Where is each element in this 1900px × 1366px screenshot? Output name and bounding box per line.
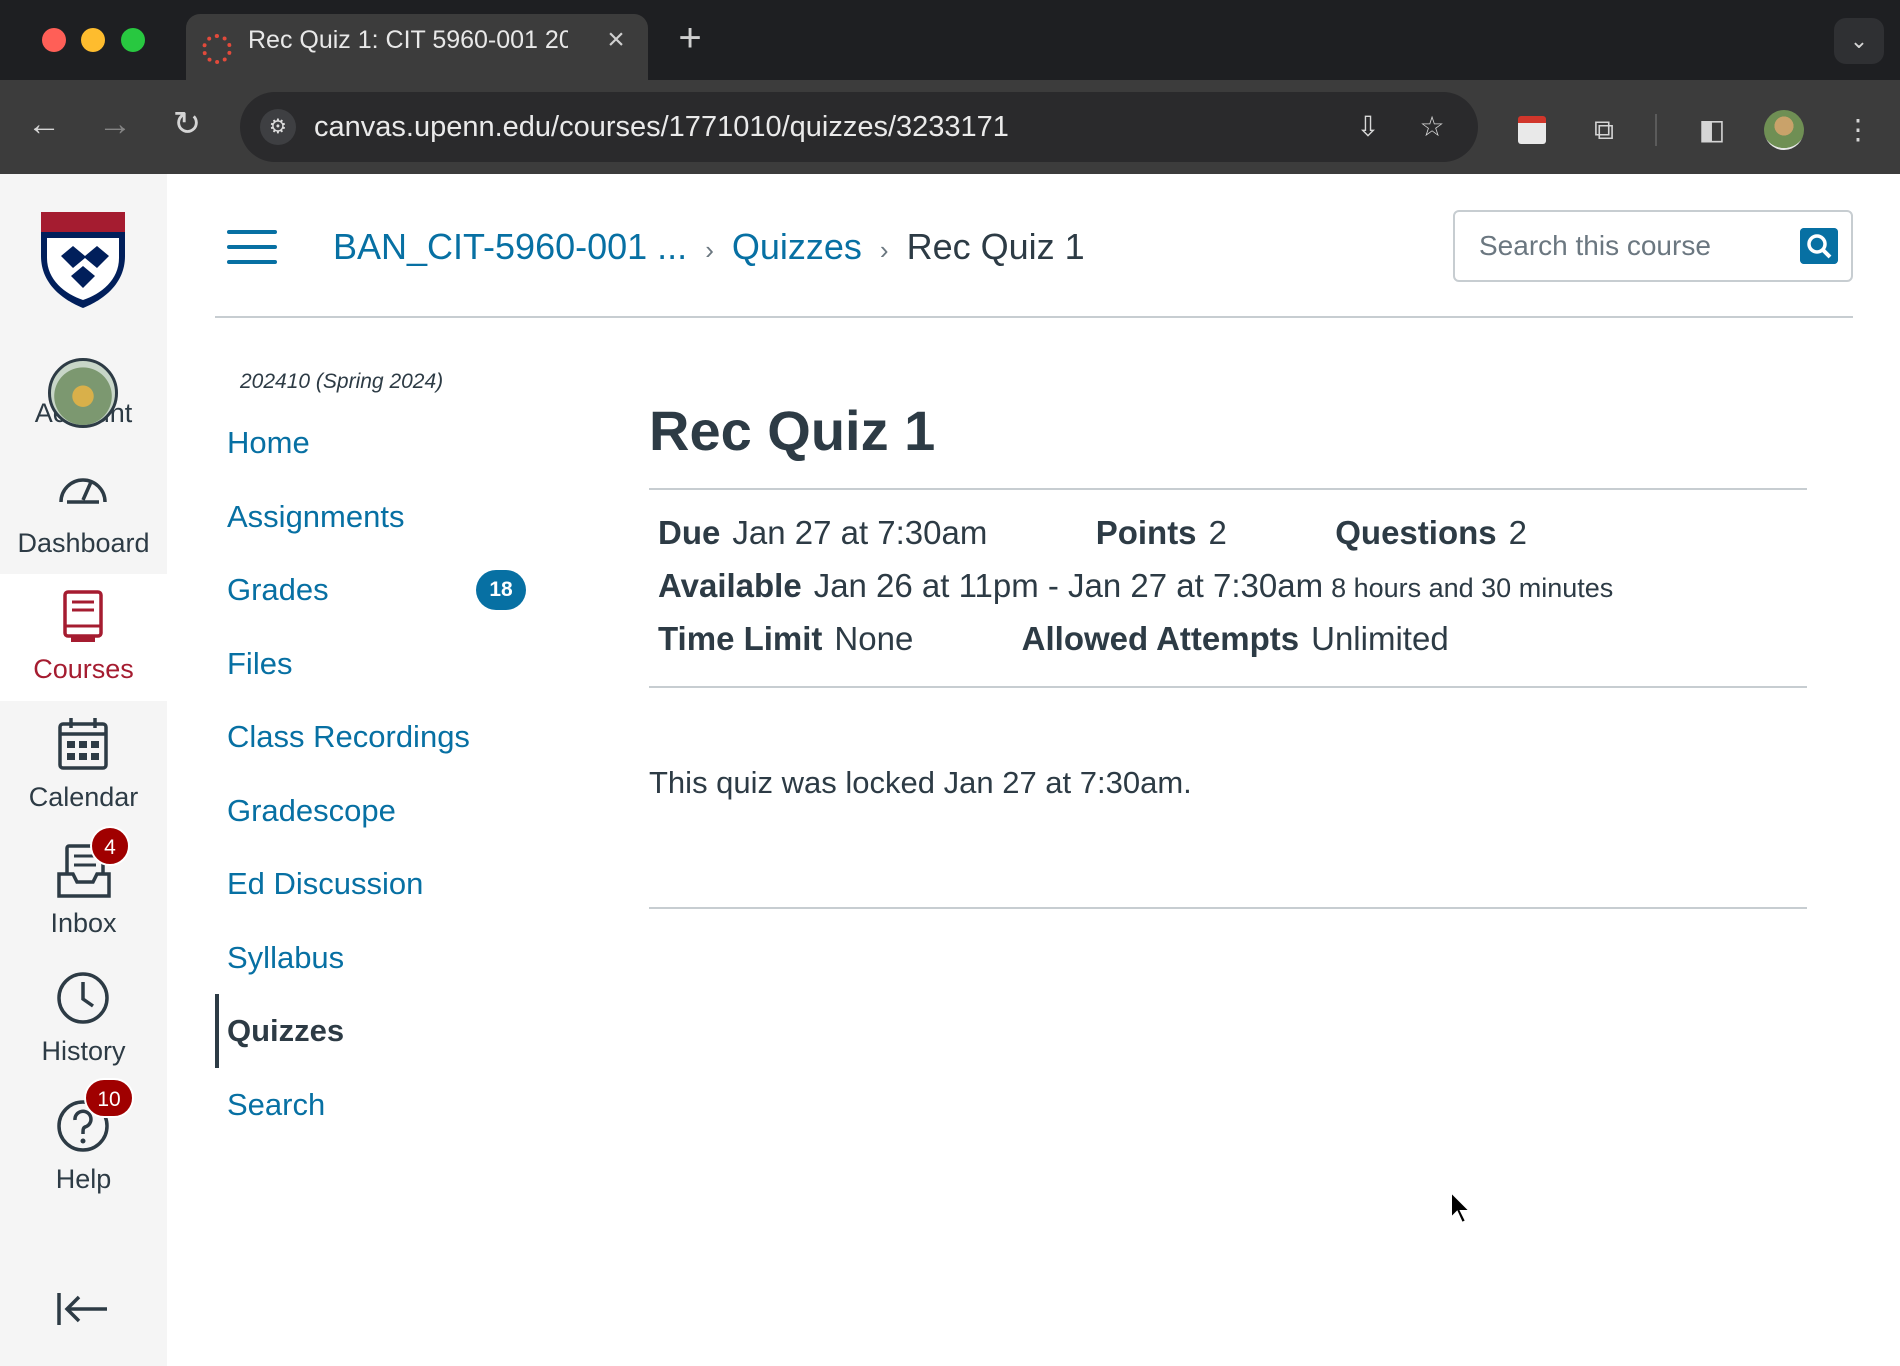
install-app-icon[interactable]: ⇩ xyxy=(1350,109,1386,145)
new-tab-button[interactable]: + xyxy=(672,18,708,58)
quiz-locked-message: This quiz was locked Jan 27 at 7:30am. xyxy=(649,765,1192,800)
courses-icon xyxy=(63,590,103,642)
grades-count-badge: 18 xyxy=(476,570,526,610)
calendar-icon xyxy=(58,718,108,770)
more-menu-icon[interactable]: ⋮ xyxy=(1838,110,1878,150)
title-divider xyxy=(649,488,1807,490)
bookmark-star-icon[interactable]: ☆ xyxy=(1414,109,1450,145)
global-nav-history[interactable]: History xyxy=(0,956,167,1083)
course-nav-syllabus[interactable]: Syllabus xyxy=(215,921,545,995)
penn-shield-logo[interactable] xyxy=(37,208,129,310)
forward-icon[interactable]: → xyxy=(93,102,137,146)
allowed-attempts-label: Allowed Attempts xyxy=(1021,620,1300,657)
main-area: BAN_CIT-5960-001 ... › Quizzes › Rec Quiz 1 … xyxy=(167,174,1900,1366)
browser-toolbar: ← → ↻ ⚙ canvas.upenn.edu/courses/1771010… xyxy=(0,80,1900,174)
inbox-label: Inbox xyxy=(50,908,117,938)
time-limit-value: None xyxy=(834,620,914,657)
course-term: 202410 (Spring 2024) xyxy=(240,370,444,393)
available-duration: 8 hours and 30 minutes xyxy=(1331,573,1614,603)
url-text[interactable]: canvas.upenn.edu/courses/1771010/quizzes… xyxy=(314,92,1009,162)
back-icon[interactable]: ← xyxy=(22,102,66,146)
reload-icon[interactable]: ↻ xyxy=(165,102,209,146)
time-limit-label: Time Limit xyxy=(658,620,823,657)
header-divider xyxy=(215,316,1853,318)
points-value: 2 xyxy=(1208,514,1227,551)
breadcrumb-current: Rec Quiz 1 xyxy=(906,226,1085,267)
global-nav-calendar[interactable]: Calendar xyxy=(0,702,167,829)
course-menu-toggle-icon[interactable] xyxy=(227,230,277,264)
calendar-extension-icon[interactable] xyxy=(1512,110,1552,150)
course-nav-assignments[interactable]: Assignments xyxy=(215,480,545,554)
course-nav-search[interactable]: Search xyxy=(215,1068,545,1142)
course-nav-files[interactable]: Files xyxy=(215,627,545,701)
dashboard-icon xyxy=(59,478,107,504)
meta-divider xyxy=(649,686,1807,688)
global-nav-courses[interactable]: Courses xyxy=(0,574,167,701)
breadcrumb-quizzes-link[interactable]: Quizzes xyxy=(732,226,862,267)
canvas-page: Account Dashboard Courses xyxy=(0,174,1900,1366)
extensions-puzzle-icon[interactable]: ⧉ xyxy=(1584,110,1624,150)
global-nav-help[interactable]: Help 10 xyxy=(0,1078,167,1211)
inbox-unread-badge: 4 xyxy=(90,826,130,866)
breadcrumb: BAN_CIT-5960-001 ... › Quizzes › Rec Quiz 1 xyxy=(333,222,1085,272)
questions-value: 2 xyxy=(1508,514,1527,551)
browser-titlebar: Rec Quiz 1: CIT 5960-001 2024A × + ⌄ xyxy=(0,0,1900,80)
mouse-pointer-icon xyxy=(1450,1190,1473,1225)
tab-title: Rec Quiz 1: CIT 5960-001 2024A xyxy=(248,26,568,54)
browser-tab[interactable]: Rec Quiz 1: CIT 5960-001 2024A × xyxy=(186,14,648,80)
quiz-meta-row-3: Time Limit None Allowed Attempts Unlimited xyxy=(658,617,1449,661)
course-search xyxy=(1453,210,1853,282)
history-label: History xyxy=(41,1036,126,1066)
breadcrumb-separator: › xyxy=(879,235,889,265)
toolbar-divider xyxy=(1655,114,1657,146)
course-nav-class-recordings[interactable]: Class Recordings xyxy=(215,700,545,774)
questions-label: Questions xyxy=(1335,514,1497,551)
help-label: Help xyxy=(55,1164,112,1194)
collapse-nav-icon[interactable] xyxy=(55,1289,111,1329)
global-nav-dashboard[interactable]: Dashboard xyxy=(0,448,167,575)
history-icon xyxy=(57,972,109,1024)
due-value: Jan 27 at 7:30am xyxy=(732,514,988,551)
maximize-window-button[interactable] xyxy=(121,28,145,52)
course-navigation: Home Assignments Grades 18 Files Class R… xyxy=(215,406,545,1141)
close-window-button[interactable] xyxy=(42,28,66,52)
breadcrumb-course-link[interactable]: BAN_CIT-5960-001 ... xyxy=(333,226,687,267)
canvas-favicon-icon xyxy=(202,34,232,64)
points-label: Points xyxy=(1095,514,1197,551)
tab-close-icon[interactable]: × xyxy=(602,25,630,55)
dashboard-label: Dashboard xyxy=(17,528,150,558)
due-label: Due xyxy=(658,514,721,551)
course-nav-quizzes[interactable]: Quizzes xyxy=(215,994,545,1068)
available-label: Available xyxy=(658,567,802,604)
global-navigation: Account Dashboard Courses xyxy=(0,174,167,1366)
allowed-attempts-value: Unlimited xyxy=(1311,620,1449,657)
course-nav-home[interactable]: Home xyxy=(215,406,545,480)
available-value: Jan 26 at 11pm - Jan 27 at 7:30am xyxy=(813,567,1324,604)
address-bar[interactable]: ⚙ canvas.upenn.edu/courses/1771010/quizz… xyxy=(240,92,1478,162)
course-nav-ed-discussion[interactable]: Ed Discussion xyxy=(215,847,545,921)
search-icon[interactable] xyxy=(1800,228,1838,264)
calendar-label: Calendar xyxy=(28,782,139,812)
search-input[interactable] xyxy=(1479,212,1779,280)
side-panel-icon[interactable]: ◧ xyxy=(1692,110,1732,150)
site-settings-icon[interactable]: ⚙ xyxy=(260,109,296,145)
tab-search-button[interactable]: ⌄ xyxy=(1834,18,1884,64)
breadcrumb-separator: › xyxy=(705,235,714,265)
course-nav-grades-label: Grades xyxy=(227,572,329,607)
content-bottom-divider xyxy=(649,907,1807,909)
minimize-window-button[interactable] xyxy=(81,28,105,52)
quiz-meta-row-1: Due Jan 27 at 7:30am Points 2 Questions 2 xyxy=(658,511,1527,555)
global-nav-inbox[interactable]: Inbox 4 xyxy=(0,826,167,955)
profile-avatar[interactable] xyxy=(1764,110,1804,150)
courses-label: Courses xyxy=(33,654,134,684)
quiz-meta-row-2: Available Jan 26 at 11pm - Jan 27 at 7:30… xyxy=(658,564,1613,608)
help-notification-badge: 10 xyxy=(84,1078,134,1118)
account-avatar[interactable] xyxy=(48,358,118,428)
course-nav-gradescope[interactable]: Gradescope xyxy=(215,774,545,848)
course-nav-grades[interactable]: Grades 18 xyxy=(215,553,545,627)
quiz-title: Rec Quiz 1 xyxy=(649,399,936,462)
